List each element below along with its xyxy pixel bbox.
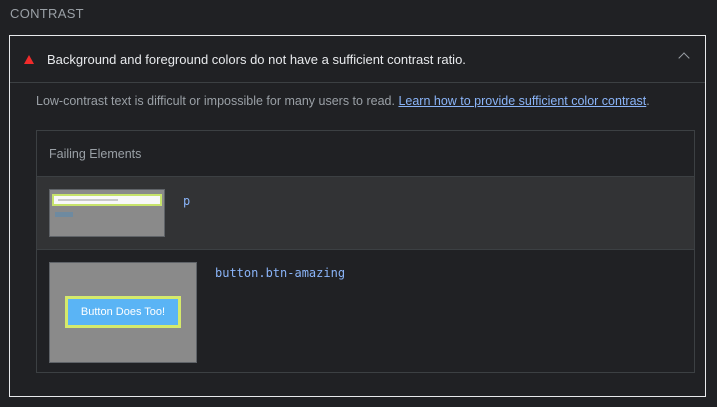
selector-class: .btn-amazing xyxy=(258,266,346,280)
failing-elements-title: Failing Elements xyxy=(49,147,142,161)
audit-header[interactable]: Background and foreground colors do not … xyxy=(10,36,705,83)
element-screenshot-thumbnail xyxy=(49,189,165,237)
element-screenshot-thumbnail: Button Does Too! xyxy=(49,262,197,363)
failing-element-row[interactable]: Button Does Too! button.btn-amazing xyxy=(37,249,694,374)
element-selector[interactable]: p xyxy=(183,194,190,208)
section-header: CONTRAST xyxy=(10,6,84,21)
page-block-shape xyxy=(55,212,73,217)
element-highlight xyxy=(52,194,162,206)
highlighted-button-preview: Button Does Too! xyxy=(65,296,181,328)
failing-elements-table: Failing Elements p Button Does Too! butt… xyxy=(36,130,695,373)
text-line-shape xyxy=(58,199,118,201)
audit-card: Background and foreground colors do not … xyxy=(9,35,706,397)
audit-title: Background and foreground colors do not … xyxy=(47,52,466,67)
selector-tag: p xyxy=(183,194,191,208)
chevron-up-icon[interactable] xyxy=(678,52,690,64)
learn-more-link[interactable]: Learn how to provide sufficient color co… xyxy=(398,94,646,108)
audit-description: Low-contrast text is difficult or imposs… xyxy=(36,94,650,108)
selector-tag: button xyxy=(215,266,259,280)
description-suffix: . xyxy=(646,94,650,108)
failing-element-row[interactable]: p xyxy=(37,176,694,249)
element-selector[interactable]: button.btn-amazing xyxy=(215,266,345,280)
description-text: Low-contrast text is difficult or imposs… xyxy=(36,94,395,108)
warning-icon xyxy=(24,55,34,64)
